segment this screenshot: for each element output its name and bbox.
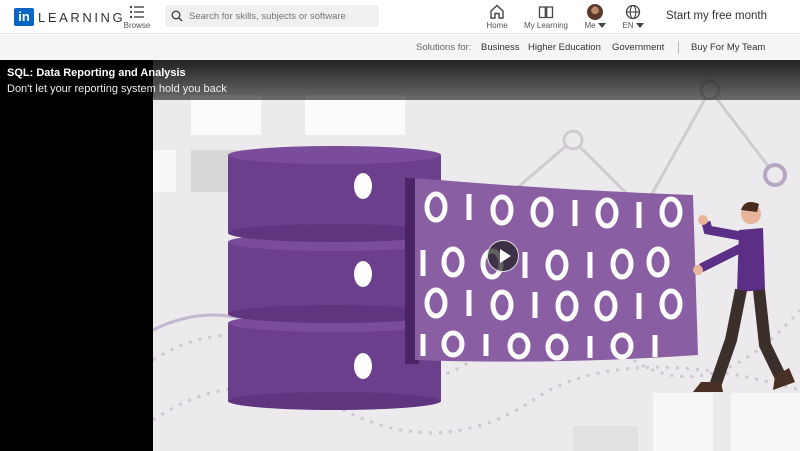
language-label: EN: [622, 21, 634, 30]
course-illustration: [153, 60, 800, 451]
globe-icon: [620, 3, 646, 20]
solutions-business-link[interactable]: Business: [481, 42, 520, 53]
nav-home[interactable]: Home: [484, 3, 510, 30]
chevron-down-icon: [597, 23, 606, 29]
solutions-government-link[interactable]: Government: [612, 42, 664, 53]
video-title-overlay: SQL: Data Reporting and Analysis Don't l…: [0, 60, 800, 100]
chevron-down-icon: [635, 23, 644, 29]
course-title: SQL: Data Reporting and Analysis: [7, 67, 186, 79]
solutions-label: Solutions for:: [416, 42, 472, 53]
nav-my-learning-label: My Learning: [523, 21, 569, 30]
divider: [678, 41, 679, 54]
solutions-higher-education-link[interactable]: Higher Education: [528, 42, 601, 53]
nav-me-label: Me: [584, 21, 596, 30]
nav-home-label: Home: [486, 21, 508, 30]
search-input[interactable]: [189, 10, 374, 22]
play-button[interactable]: [487, 240, 519, 272]
binary-banner: [405, 178, 698, 364]
top-navigation-bar: in LEARNING Browse Home: [0, 0, 800, 34]
buy-for-my-team-link[interactable]: Buy For My Team: [691, 42, 765, 53]
nav-me-menu[interactable]: Me: [582, 3, 608, 30]
browse-button[interactable]: Browse: [120, 3, 154, 30]
nav-my-learning[interactable]: My Learning: [522, 3, 570, 30]
start-free-month-link[interactable]: Start my free month: [666, 10, 767, 22]
book-icon: [522, 3, 570, 20]
course-video-player[interactable]: SQL: Data Reporting and Analysis Don't l…: [0, 60, 800, 451]
search-bar[interactable]: [165, 5, 379, 27]
search-icon: [171, 10, 183, 22]
solutions-bar: Solutions for: Business Higher Education…: [0, 35, 800, 60]
language-selector[interactable]: EN: [620, 3, 646, 30]
logo-badge: in: [14, 8, 34, 26]
list-icon: [120, 3, 154, 20]
avatar: [587, 3, 603, 20]
home-icon: [484, 3, 510, 20]
logo-wordmark: LEARNING: [38, 9, 126, 25]
course-subtitle: Don't let your reporting system hold you…: [7, 83, 227, 95]
linkedin-learning-logo[interactable]: in LEARNING: [14, 8, 125, 26]
browse-label: Browse: [123, 21, 151, 30]
